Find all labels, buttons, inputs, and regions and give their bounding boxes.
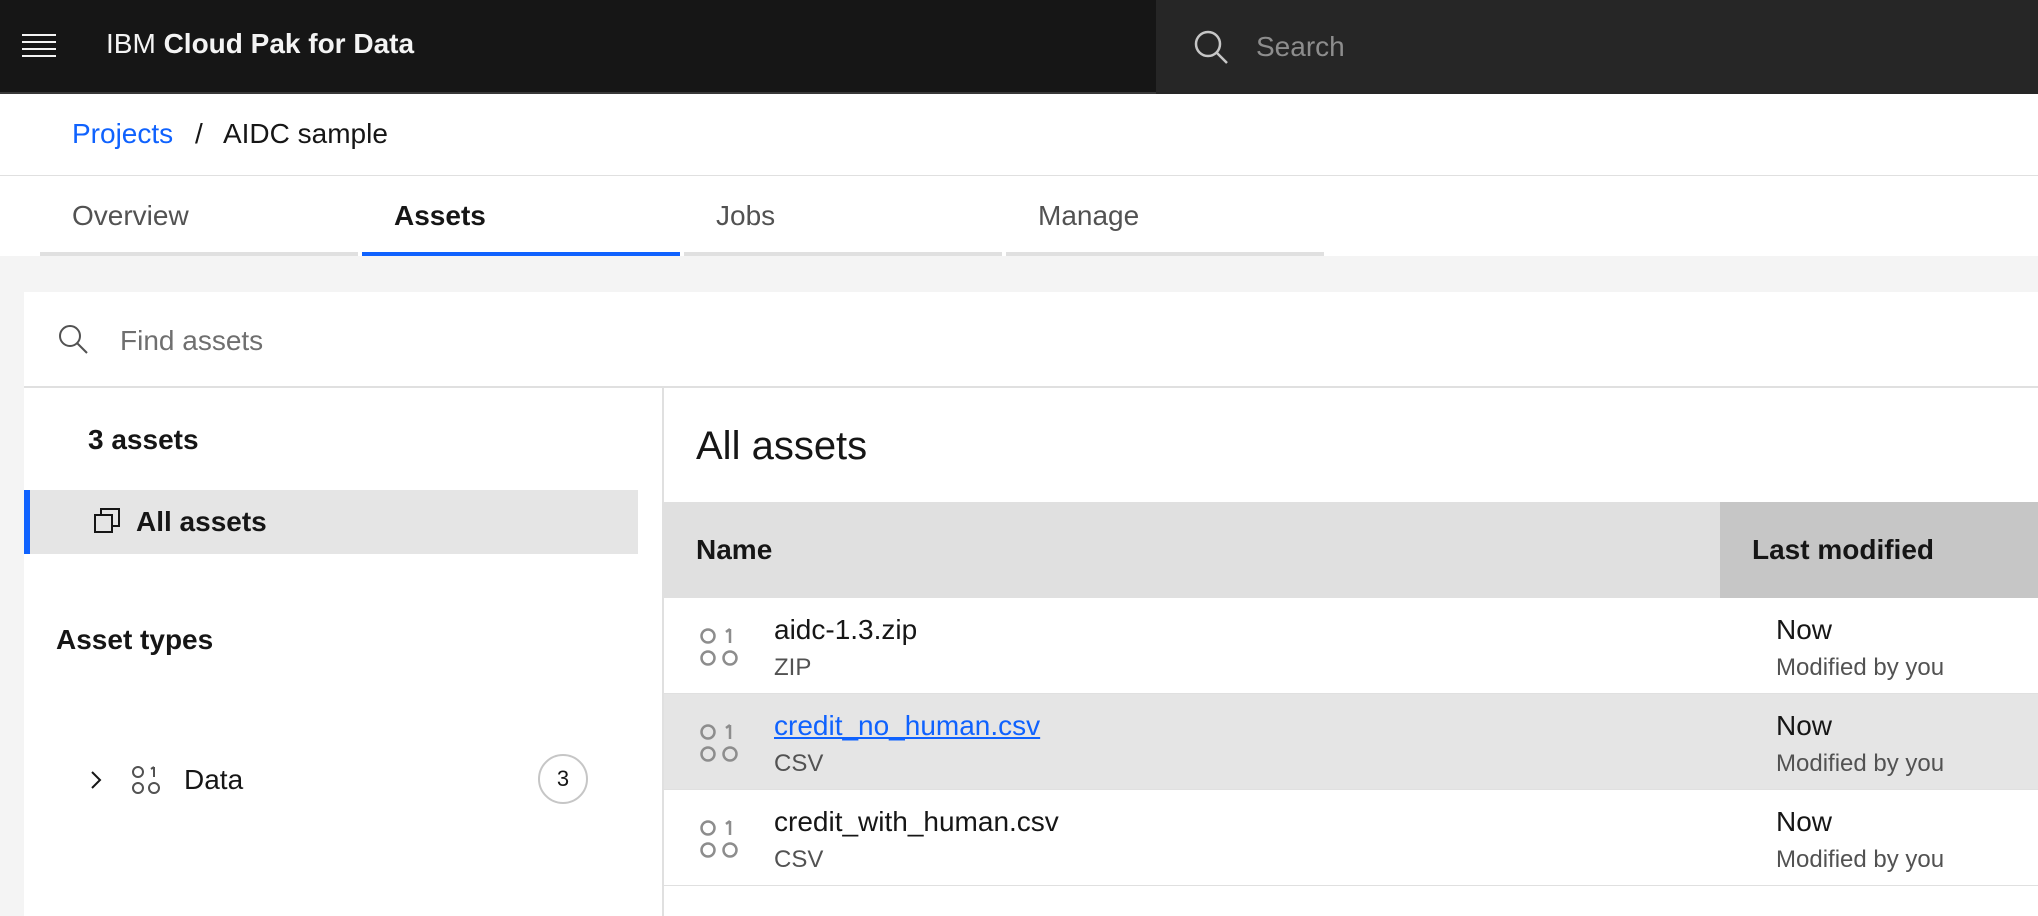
asset-type: CSV <box>774 846 824 873</box>
assets-table: Name Last modified aidc-1.3.zip ZIP Now … <box>664 502 2038 886</box>
asset-name[interactable]: aidc-1.3.zip <box>774 614 917 646</box>
asset-type-data[interactable]: Data 3 <box>84 750 624 810</box>
last-modified-by: Modified by you <box>1776 846 1945 873</box>
all-assets-label: All assets <box>136 506 267 537</box>
column-header-last-modified[interactable]: Last modified <box>1720 502 2038 598</box>
asset-types-heading: Asset types <box>56 624 214 655</box>
asset-name-link[interactable]: credit_no_human.csv <box>774 710 1040 742</box>
asset-type: CSV <box>774 750 824 777</box>
top-header: IBM Cloud Pak for Data <box>0 0 2038 94</box>
table-row[interactable]: aidc-1.3.zip ZIP Now Modified by you <box>664 598 2038 694</box>
last-modified-by: Modified by you <box>1776 654 1945 681</box>
tab-manage[interactable]: Manage <box>1006 176 1324 256</box>
asset-list-panel: All assets Name Last modified aidc-1.3.z… <box>664 388 2038 916</box>
table-row[interactable]: credit_with_human.csv CSV Now Modified b… <box>664 790 2038 886</box>
table-row[interactable]: credit_no_human.csv CSV Now Modified by … <box>664 694 2038 790</box>
data-asset-icon <box>700 628 738 666</box>
copy-icon <box>94 508 120 533</box>
brand-name: Cloud Pak for Data <box>163 28 415 59</box>
breadcrumb-bar: Projects / AIDC sample <box>0 94 2038 176</box>
breadcrumb-current: AIDC sample <box>222 118 388 149</box>
last-modified-by: Modified by you <box>1776 750 1945 777</box>
global-search <box>1156 0 2038 94</box>
table-header: Name Last modified <box>664 502 2038 598</box>
asset-type-label: Data <box>184 764 244 795</box>
last-modified-time: Now <box>1776 710 1833 741</box>
data-asset-icon <box>700 820 738 858</box>
breadcrumb-separator: / <box>194 118 203 149</box>
all-assets-filter[interactable]: All assets <box>24 490 638 554</box>
asset-type-count-badge: 3 <box>538 754 588 804</box>
project-tabs: Overview Assets Jobs Manage <box>0 176 2038 256</box>
page-title: All assets <box>696 424 868 468</box>
asset-count: 3 assets <box>88 424 199 455</box>
data-asset-icon <box>700 724 738 762</box>
tab-jobs[interactable]: Jobs <box>684 176 1002 256</box>
column-header-name[interactable]: Name <box>696 502 772 598</box>
asset-filter-panel: 3 assets All assets Asset types Data 3 <box>24 388 664 916</box>
global-search-input[interactable] <box>1256 22 2016 72</box>
assets-card: 3 assets All assets Asset types Data 3 <box>24 292 2038 916</box>
asset-name[interactable]: credit_with_human.csv <box>774 806 1059 838</box>
tab-assets[interactable]: Assets <box>362 176 680 256</box>
search-icon[interactable] <box>1192 28 1230 66</box>
asset-type: ZIP <box>774 654 812 681</box>
hamburger-menu-icon[interactable] <box>22 34 56 58</box>
brand-prefix: IBM <box>106 28 156 59</box>
tab-overview[interactable]: Overview <box>40 176 358 256</box>
last-modified-time: Now <box>1776 614 1833 645</box>
product-name[interactable]: IBM Cloud Pak for Data <box>106 28 414 60</box>
data-asset-icon <box>132 766 160 794</box>
last-modified-time: Now <box>1776 806 1833 837</box>
search-icon <box>59 325 88 354</box>
chevron-right-icon[interactable] <box>84 768 108 792</box>
find-assets-input[interactable] <box>120 316 2000 366</box>
breadcrumb-projects-link[interactable]: Projects <box>72 118 173 149</box>
find-assets-bar <box>24 292 2038 388</box>
breadcrumb: Projects / AIDC sample <box>72 118 388 150</box>
